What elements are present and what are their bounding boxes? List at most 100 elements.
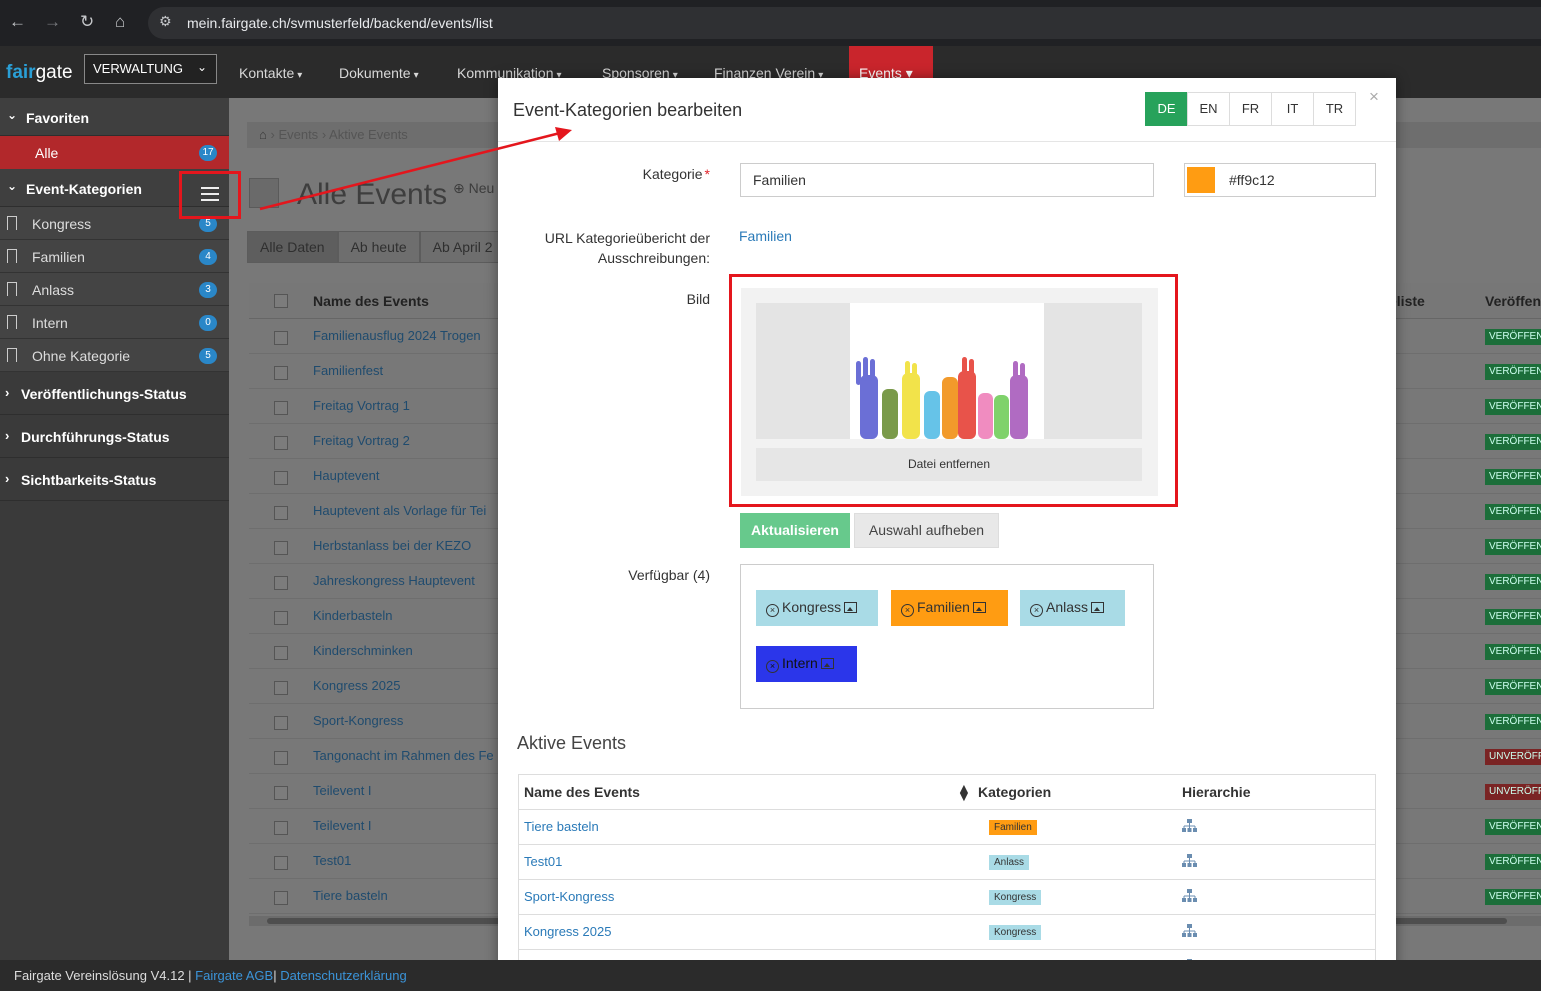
close-icon[interactable]: ×: [1369, 87, 1379, 107]
sidebar-section-sichtbarkeits-status[interactable]: › Sichtbarkeits-Status: [0, 458, 229, 501]
chip-familien[interactable]: × Familien: [891, 590, 1008, 626]
tab-alle-daten[interactable]: Alle Daten: [247, 231, 338, 263]
sidebar-section-favoriten[interactable]: ⌄ Favoriten: [0, 98, 229, 136]
column-header-name[interactable]: Name des Events: [313, 293, 429, 309]
event-name-link[interactable]: Sport-Kongress: [313, 713, 403, 728]
tab-lang-tr[interactable]: TR: [1313, 92, 1356, 126]
sidebar-item-familien[interactable]: Familien 4: [0, 240, 229, 273]
remove-icon[interactable]: ×: [766, 660, 779, 673]
remove-file-button[interactable]: Datei entfernen: [756, 448, 1142, 481]
row-checkbox[interactable]: [274, 751, 288, 765]
event-name-link[interactable]: Tangonacht im Rahmen des Fe: [313, 748, 494, 763]
home-icon[interactable]: ⌂: [259, 127, 267, 142]
reload-icon[interactable]: ↻: [80, 12, 94, 32]
new-event-button[interactable]: ⊕ Neu: [453, 180, 494, 197]
event-name-link[interactable]: Sport-Kongress: [524, 889, 614, 904]
chip-kongress[interactable]: × Kongress: [756, 590, 878, 626]
event-name-link[interactable]: Familienfest: [313, 363, 383, 378]
update-button[interactable]: Aktualisieren: [740, 513, 850, 548]
row-checkbox[interactable]: [274, 471, 288, 485]
clear-selection-button[interactable]: Auswahl aufheben: [854, 513, 999, 548]
sidebar-section-durchfuehrungs-status[interactable]: › Durchführungs-Status: [0, 415, 229, 458]
row-checkbox[interactable]: [274, 366, 288, 380]
sort-icon[interactable]: ▲ ▼: [957, 781, 971, 803]
tab-ab-heute[interactable]: Ab heute: [337, 231, 420, 263]
tab-ab-april[interactable]: Ab April 2: [419, 231, 506, 263]
row-checkbox[interactable]: [274, 576, 288, 590]
row-checkbox[interactable]: [274, 646, 288, 660]
sidebar-item-anlass[interactable]: Anlass 3: [0, 273, 229, 306]
event-name-link[interactable]: Hauptevent als Vorlage für Tei: [313, 503, 486, 518]
remove-icon[interactable]: ×: [1030, 604, 1043, 617]
fairgate-logo[interactable]: fairgate: [6, 62, 73, 84]
event-name-link[interactable]: Teilevent I: [313, 818, 372, 833]
event-name-link[interactable]: Kongress 2025: [313, 678, 400, 693]
row-checkbox[interactable]: [274, 786, 288, 800]
address-bar[interactable]: ⚙ mein.fairgate.ch/svmusterfeld/backend/…: [148, 7, 1541, 39]
event-name-link[interactable]: Teilevent I: [313, 783, 372, 798]
event-name-link[interactable]: Tiere basteln: [313, 888, 388, 903]
sidebar-item-alle[interactable]: Alle 17: [0, 136, 229, 169]
column-header-published[interactable]: Veröffen: [1485, 293, 1541, 309]
row-checkbox[interactable]: [274, 681, 288, 695]
hierarchy-icon[interactable]: [1182, 819, 1197, 832]
sidebar-item-ohne-kategorie[interactable]: Ohne Kategorie 5: [0, 339, 229, 372]
table-row[interactable]: Tiere basteln Familien: [519, 810, 1375, 845]
event-name-link[interactable]: Freitag Vortrag 1: [313, 398, 410, 413]
event-name-link[interactable]: Familienausflug 2024 Trogen: [313, 328, 481, 343]
hierarchy-icon[interactable]: [1182, 889, 1197, 902]
breadcrumb-item[interactable]: Events: [278, 127, 318, 142]
sidebar-item-intern[interactable]: Intern 0: [0, 306, 229, 339]
sidebar-section-veroeffentlichungs-status[interactable]: › Veröffentlichungs-Status: [0, 372, 229, 415]
event-name-link[interactable]: Kongress 2025: [524, 924, 611, 939]
remove-icon[interactable]: ×: [766, 604, 779, 617]
event-name-link[interactable]: Hauptevent: [313, 468, 380, 483]
row-checkbox[interactable]: [274, 716, 288, 730]
row-checkbox[interactable]: [274, 821, 288, 835]
row-checkbox[interactable]: [274, 611, 288, 625]
breadcrumb-item[interactable]: Aktive Events: [329, 127, 408, 142]
select-all-checkbox[interactable]: [274, 294, 288, 308]
event-name-link[interactable]: Herbstanlass bei der KEZO: [313, 538, 471, 553]
tab-lang-de[interactable]: DE: [1145, 92, 1188, 126]
row-checkbox[interactable]: [274, 541, 288, 555]
nav-dokumente[interactable]: Dokumente ▾: [339, 65, 419, 81]
back-icon[interactable]: ←: [9, 12, 26, 32]
table-row[interactable]: Test01 Anlass: [519, 845, 1375, 880]
chip-intern[interactable]: × Intern: [756, 646, 857, 682]
event-name-link[interactable]: Test01: [524, 854, 562, 869]
tab-lang-en[interactable]: EN: [1187, 92, 1230, 126]
chip-anlass[interactable]: × Anlass: [1020, 590, 1125, 626]
table-row[interactable]: Sport-Kongress Kongress: [519, 880, 1375, 915]
color-swatch[interactable]: [1187, 167, 1215, 193]
category-menu-button[interactable]: [179, 171, 241, 219]
category-url-link[interactable]: Familien: [739, 228, 792, 244]
url-text[interactable]: mein.fairgate.ch/svmusterfeld/backend/ev…: [187, 15, 493, 31]
column-header-name[interactable]: Name des Events: [524, 784, 640, 800]
footer-privacy-link[interactable]: Datenschutzerklärung: [280, 968, 406, 983]
table-row[interactable]: Kongress 2025 Kongress: [519, 915, 1375, 950]
row-checkbox[interactable]: [274, 436, 288, 450]
category-name-input[interactable]: Familien: [740, 163, 1154, 197]
forward-icon[interactable]: →: [44, 12, 61, 32]
tab-lang-fr[interactable]: FR: [1229, 92, 1272, 126]
row-checkbox[interactable]: [274, 506, 288, 520]
tab-lang-it[interactable]: IT: [1271, 92, 1314, 126]
title-menu-button[interactable]: [249, 178, 279, 208]
footer-agb-link[interactable]: Fairgate AGB: [195, 968, 273, 983]
nav-kontakte[interactable]: Kontakte ▾: [239, 65, 302, 81]
mode-select[interactable]: VERWALTUNG ⌄: [84, 54, 217, 84]
row-checkbox[interactable]: [274, 891, 288, 905]
event-name-link[interactable]: Test01: [313, 853, 351, 868]
hierarchy-icon[interactable]: [1182, 924, 1197, 937]
row-checkbox[interactable]: [274, 331, 288, 345]
event-name-link[interactable]: Jahreskongress Hauptevent: [313, 573, 475, 588]
site-settings-icon[interactable]: ⚙: [159, 13, 172, 30]
event-name-link[interactable]: Freitag Vortrag 2: [313, 433, 410, 448]
event-name-link[interactable]: Kinderbasteln: [313, 608, 393, 623]
event-name-link[interactable]: Kinderschminken: [313, 643, 413, 658]
hierarchy-icon[interactable]: [1182, 854, 1197, 867]
home-icon[interactable]: ⌂: [115, 12, 125, 32]
row-checkbox[interactable]: [274, 856, 288, 870]
remove-icon[interactable]: ×: [901, 604, 914, 617]
